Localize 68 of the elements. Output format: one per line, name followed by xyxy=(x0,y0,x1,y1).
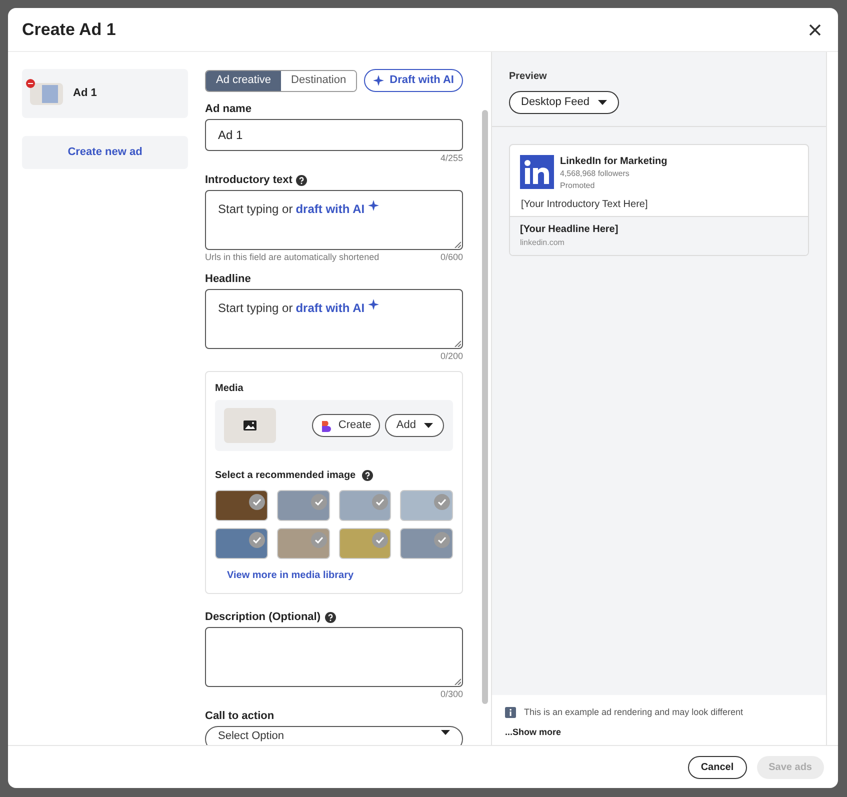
field-label: Introductory text xyxy=(205,173,292,187)
dialog-title: Create Ad 1 xyxy=(22,18,116,41)
caret-icon xyxy=(598,100,608,105)
image-icon xyxy=(243,420,257,431)
check-icon[interactable] xyxy=(372,494,388,510)
help-icon[interactable] xyxy=(296,174,308,186)
company-name: LinkedIn for Marketing xyxy=(560,155,668,168)
text-area[interactable]: Start typing or draft with AI xyxy=(205,190,463,250)
media-library-link[interactable]: View more in media library xyxy=(215,568,453,583)
check-icon[interactable] xyxy=(310,494,326,510)
draft-with-ai-button[interactable]: Draft with AI xyxy=(364,69,463,92)
sparkle-icon xyxy=(368,299,379,310)
headline-text: [Your Headline Here] xyxy=(520,223,620,237)
text-area[interactable]: Start typing or draft with AI xyxy=(205,289,463,349)
close-icon xyxy=(809,24,821,36)
draft-with-ai-link[interactable]: draft with AI xyxy=(296,200,365,218)
select-dropdown[interactable]: Select Option xyxy=(205,726,463,745)
preview-label: Preview xyxy=(509,70,548,84)
tab[interactable]: Ad creative xyxy=(206,70,282,90)
field-label: Headline xyxy=(205,272,251,286)
section-title: Media xyxy=(215,382,244,396)
sparkle-icon xyxy=(372,75,384,86)
caret-icon xyxy=(441,730,450,735)
resize-handle-icon[interactable] xyxy=(454,241,461,248)
scrollbar[interactable] xyxy=(482,110,488,704)
follower-count: 4,568,968 followers xyxy=(560,168,630,180)
caret-icon xyxy=(424,423,433,428)
promoted-label: Promoted xyxy=(560,180,596,191)
draft-with-ai-link[interactable]: draft with AI xyxy=(296,299,365,317)
resize-handle-icon xyxy=(454,678,461,685)
resize-handle-icon[interactable] xyxy=(454,340,461,347)
notice-text: This is an example ad rendering and may look different xyxy=(524,706,743,719)
logo-icon xyxy=(520,155,554,189)
check-icon[interactable] xyxy=(310,532,326,548)
placeholder-text: Start typing or xyxy=(218,201,293,218)
character-counter: 0/200 xyxy=(440,351,463,362)
check-icon[interactable] xyxy=(434,494,450,510)
add-button[interactable]: Add xyxy=(385,414,444,437)
intro-text: [Your Introductory Text Here] xyxy=(520,198,649,212)
ad-list-item[interactable]: Ad 1 xyxy=(22,69,188,118)
create-ad-button[interactable]: Create new ad xyxy=(22,136,188,169)
text-area[interactable] xyxy=(205,627,463,687)
character-counter: 0/300 xyxy=(440,689,463,700)
sparkle-icon xyxy=(368,200,379,211)
character-counter: 4/255 xyxy=(440,153,463,164)
check-icon[interactable] xyxy=(434,532,450,548)
section-title: Select a recommended image xyxy=(215,469,356,483)
field-label: Description (Optional) xyxy=(205,610,320,624)
info-icon xyxy=(505,707,516,718)
ad-name: Ad 1 xyxy=(73,86,97,102)
field-label: Ad name xyxy=(205,102,252,116)
create-button[interactable]: Create xyxy=(312,414,380,437)
character-counter: 0/600 xyxy=(440,252,463,263)
format-dropdown[interactable]: Desktop Feed xyxy=(509,91,620,114)
show-more-link[interactable]: ...Show more xyxy=(505,726,813,739)
image-placeholder xyxy=(42,84,58,102)
placeholder-text: Start typing or xyxy=(218,300,293,317)
text-field[interactable]: Ad 1 xyxy=(205,119,463,151)
check-icon[interactable] xyxy=(248,494,265,510)
domain-text: linkedin.com xyxy=(520,237,566,249)
footer-button[interactable]: Cancel xyxy=(688,756,747,778)
check-icon[interactable] xyxy=(248,532,265,548)
field-label: Call to action xyxy=(205,709,274,723)
check-icon[interactable] xyxy=(372,532,388,548)
app-logo-icon xyxy=(321,420,332,432)
help-icon[interactable] xyxy=(362,470,373,481)
help-icon[interactable] xyxy=(324,612,336,622)
hint-text: Urls in this field are automatically shortened xyxy=(205,252,380,263)
